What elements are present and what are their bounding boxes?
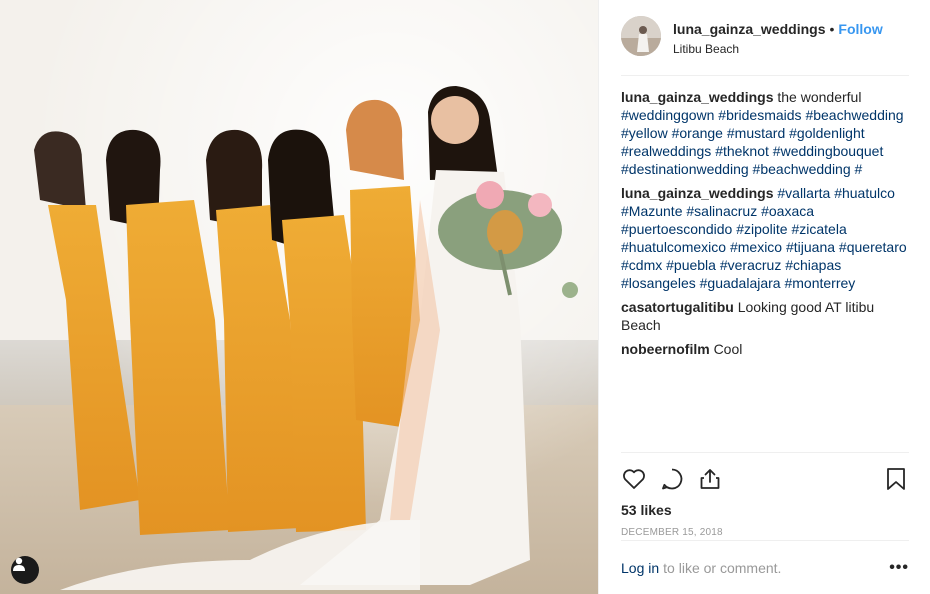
header-top: luna_gainza_weddings • Follow: [673, 20, 883, 38]
post-username[interactable]: luna_gainza_weddings: [673, 20, 825, 38]
instagram-post: luna_gainza_weddings • Follow Litibu Bea…: [0, 0, 930, 594]
hashtag-link[interactable]: #destinationwedding: [621, 161, 749, 177]
hashtag-link[interactable]: #beachwedding: [753, 161, 851, 177]
avatar-image: [621, 16, 661, 56]
comment-item: casatortugalitibu Looking good AT litibu…: [621, 298, 911, 334]
hashtag-link[interactable]: #queretaro: [839, 239, 907, 255]
login-prompt-text: to like or comment.: [663, 559, 782, 576]
login-prompt: Log in to like or comment. •••: [621, 540, 909, 594]
hashtag-link[interactable]: #chiapas: [785, 257, 841, 273]
user-tag-button[interactable]: [11, 556, 39, 584]
comment-item: luna_gainza_weddings #vallarta #huatulco…: [621, 184, 911, 292]
hashtag-link[interactable]: #realweddings: [621, 143, 711, 159]
hashtag-link[interactable]: #monterrey: [784, 275, 855, 291]
post-photo[interactable]: [0, 0, 598, 594]
comment-item: luna_gainza_weddings the wonderful #wedd…: [621, 88, 911, 178]
post-date[interactable]: DECEMBER 15, 2018: [621, 527, 909, 539]
actions-section: 53 likes DECEMBER 15, 2018: [621, 452, 909, 539]
wedding-photo-illustration: [0, 0, 598, 594]
hashtag-link[interactable]: #cdmx: [621, 257, 662, 273]
avatar[interactable]: [621, 16, 661, 56]
hashtag-link[interactable]: #: [855, 161, 863, 177]
hashtag-link[interactable]: #zipolite: [736, 221, 787, 237]
hashtag-link[interactable]: #tijuana: [786, 239, 835, 255]
hashtag-link[interactable]: #theknot: [715, 143, 769, 159]
comment-hashtags: #weddinggown #bridesmaids #beachwedding …: [621, 107, 904, 177]
save-button[interactable]: [883, 466, 909, 492]
share-button[interactable]: [697, 466, 723, 492]
comment-author[interactable]: nobeernofilm: [621, 341, 710, 357]
post-header: luna_gainza_weddings • Follow Litibu Bea…: [621, 16, 909, 76]
comment-author[interactable]: casatortugalitibu: [621, 299, 734, 315]
hashtag-link[interactable]: #mustard: [727, 125, 785, 141]
likes-count[interactable]: 53 likes: [621, 501, 909, 519]
hashtag-link[interactable]: #puertoescondido: [621, 221, 732, 237]
like-button[interactable]: [621, 466, 647, 492]
hashtag-link[interactable]: #weddingbouquet: [773, 143, 884, 159]
hashtag-link[interactable]: #veracruz: [720, 257, 781, 273]
comment-icon: [662, 468, 683, 490]
hashtag-link[interactable]: #oaxaca: [761, 203, 814, 219]
hashtag-link[interactable]: #mexico: [730, 239, 782, 255]
comments-list: luna_gainza_weddings the wonderful #wedd…: [621, 88, 911, 450]
more-options-button[interactable]: •••: [889, 559, 909, 577]
follow-button[interactable]: Follow: [838, 20, 882, 38]
hashtag-link[interactable]: #losangeles: [621, 275, 696, 291]
comment-text: the wonderful: [777, 89, 862, 105]
comment-author[interactable]: luna_gainza_weddings: [621, 185, 773, 201]
action-buttons: [621, 453, 909, 497]
location-link[interactable]: Litibu Beach: [673, 41, 883, 57]
hashtag-link[interactable]: #Mazunte: [621, 203, 682, 219]
hashtag-link[interactable]: #zicatela: [791, 221, 846, 237]
post-side-panel: luna_gainza_weddings • Follow Litibu Bea…: [598, 0, 930, 594]
comment-item: nobeernofilm Cool: [621, 340, 911, 358]
hashtag-link[interactable]: #bridesmaids: [718, 107, 801, 123]
hashtag-link[interactable]: #orange: [672, 125, 723, 141]
hashtag-link[interactable]: #goldenlight: [789, 125, 865, 141]
heart-icon: [623, 469, 645, 489]
share-icon: [700, 469, 720, 489]
separator-dot: •: [829, 21, 835, 37]
hashtag-link[interactable]: #huatulco: [834, 185, 895, 201]
hashtag-link[interactable]: #salinacruz: [686, 203, 757, 219]
hashtag-link[interactable]: #yellow: [621, 125, 668, 141]
hashtag-link[interactable]: #huatulcomexico: [621, 239, 726, 255]
header-text: luna_gainza_weddings • Follow Litibu Bea…: [673, 16, 883, 57]
hashtag-link[interactable]: #puebla: [666, 257, 716, 273]
login-link[interactable]: Log in: [621, 560, 659, 576]
person-icon: [13, 557, 25, 571]
hashtag-link[interactable]: #beachwedding: [805, 107, 903, 123]
comment-button[interactable]: [659, 466, 685, 492]
hashtag-link[interactable]: #guadalajara: [700, 275, 781, 291]
comment-text: Cool: [713, 341, 743, 357]
bookmark-icon: [887, 468, 905, 490]
hashtag-link[interactable]: #weddinggown: [621, 107, 714, 123]
comment-author[interactable]: luna_gainza_weddings: [621, 89, 773, 105]
hashtag-link[interactable]: #vallarta: [777, 185, 830, 201]
